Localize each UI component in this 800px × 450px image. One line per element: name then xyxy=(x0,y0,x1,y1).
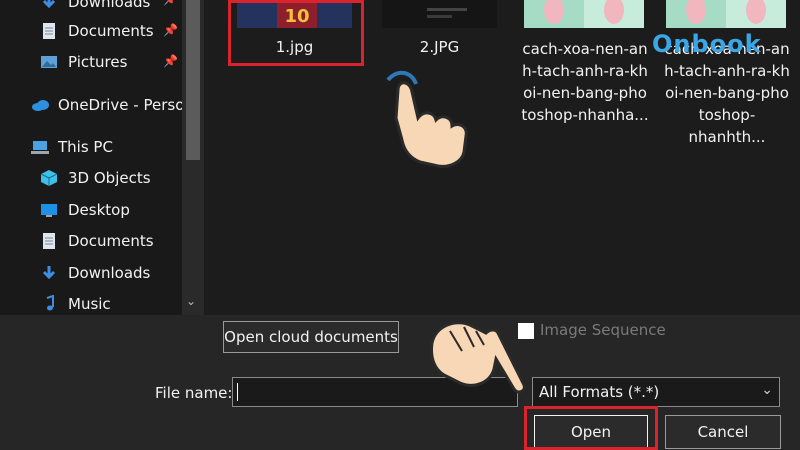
pin-icon[interactable]: 📌 xyxy=(163,23,178,37)
text-cursor xyxy=(237,383,238,401)
image-sequence-label: Image Sequence xyxy=(540,321,666,339)
computer-icon xyxy=(30,138,50,156)
open-button-highlight xyxy=(524,406,658,450)
sidebar-item-label: Music xyxy=(68,295,111,313)
file-thumbnail-2[interactable] xyxy=(382,0,497,28)
file-format-select[interactable]: All Formats (*.*) ⌄ xyxy=(532,377,780,407)
download-arrow-icon xyxy=(40,264,60,282)
cube-icon xyxy=(40,169,60,187)
pointing-hand-icon xyxy=(430,321,526,394)
sidebar-item-documents-quick[interactable]: Documents xyxy=(40,17,154,45)
desktop-icon xyxy=(40,201,60,219)
sidebar-item-onedrive[interactable]: OneDrive - Person xyxy=(30,91,194,119)
sidebar-item-documents[interactable]: Documents xyxy=(40,227,154,255)
sidebar-item-music[interactable]: Music xyxy=(40,290,111,318)
file-name-1[interactable]: 1.jpg xyxy=(237,36,352,58)
sidebar-item-label: Pictures xyxy=(68,53,128,71)
navigation-pane: Downloads 📌 Documents 📌 Pictures 📌 OneDr… xyxy=(0,0,205,315)
pictures-icon xyxy=(40,53,60,71)
file-browser: Downloads 📌 Documents 📌 Pictures 📌 OneDr… xyxy=(0,0,800,315)
pin-icon[interactable]: 📌 xyxy=(163,54,178,68)
sidebar-item-label: Downloads xyxy=(68,264,151,282)
music-note-icon xyxy=(40,294,60,313)
sidebar-item-this-pc[interactable]: This PC xyxy=(30,133,113,161)
dialog-footer: Open cloud documents Image Sequence File… xyxy=(0,315,800,450)
sidebar-item-desktop[interactable]: Desktop xyxy=(40,196,130,224)
sidebar-item-downloads[interactable]: Downloads xyxy=(40,259,150,287)
download-arrow-icon xyxy=(40,0,60,11)
sidebar-item-label: This PC xyxy=(58,138,113,156)
watermark-logo: Onbook xyxy=(652,30,762,58)
sidebar-item-label: Documents xyxy=(68,22,154,40)
file-thumbnail-3[interactable] xyxy=(524,0,644,28)
pointing-hand-icon xyxy=(386,70,468,168)
sidebar-item-pictures-quick[interactable]: Pictures xyxy=(40,48,127,76)
file-name-label: File name: xyxy=(155,384,233,402)
open-cloud-documents-button[interactable]: Open cloud documents xyxy=(223,321,399,353)
sidebar-item-label: Desktop xyxy=(68,201,130,219)
document-icon xyxy=(40,22,60,40)
sidebar-item-label: Downloads xyxy=(68,0,151,11)
sidebar-item-label: OneDrive - Person xyxy=(58,96,194,114)
file-name-3[interactable]: cach-xoa-nen-an h-tach-anh-ra-kh oi-nen-… xyxy=(520,38,650,126)
pin-icon[interactable]: 📌 xyxy=(163,0,178,6)
sidebar-item-label: Documents xyxy=(68,232,154,250)
sidebar-item-3d-objects[interactable]: 3D Objects xyxy=(40,164,151,192)
cloud-icon xyxy=(30,96,50,114)
file-thumbnail-4[interactable] xyxy=(666,0,786,28)
scroll-down-chevron-icon[interactable]: ⌄ xyxy=(186,294,196,308)
chevron-down-icon: ⌄ xyxy=(761,382,773,398)
cancel-button[interactable]: Cancel xyxy=(665,415,781,449)
document-icon xyxy=(40,232,60,250)
sidebar-item-downloads-quick[interactable]: Downloads xyxy=(40,0,150,16)
sidebar-item-label: 3D Objects xyxy=(68,169,151,187)
sidebar-scroll-thumb[interactable] xyxy=(186,0,200,160)
file-name-2[interactable]: 2.JPG xyxy=(382,36,497,58)
